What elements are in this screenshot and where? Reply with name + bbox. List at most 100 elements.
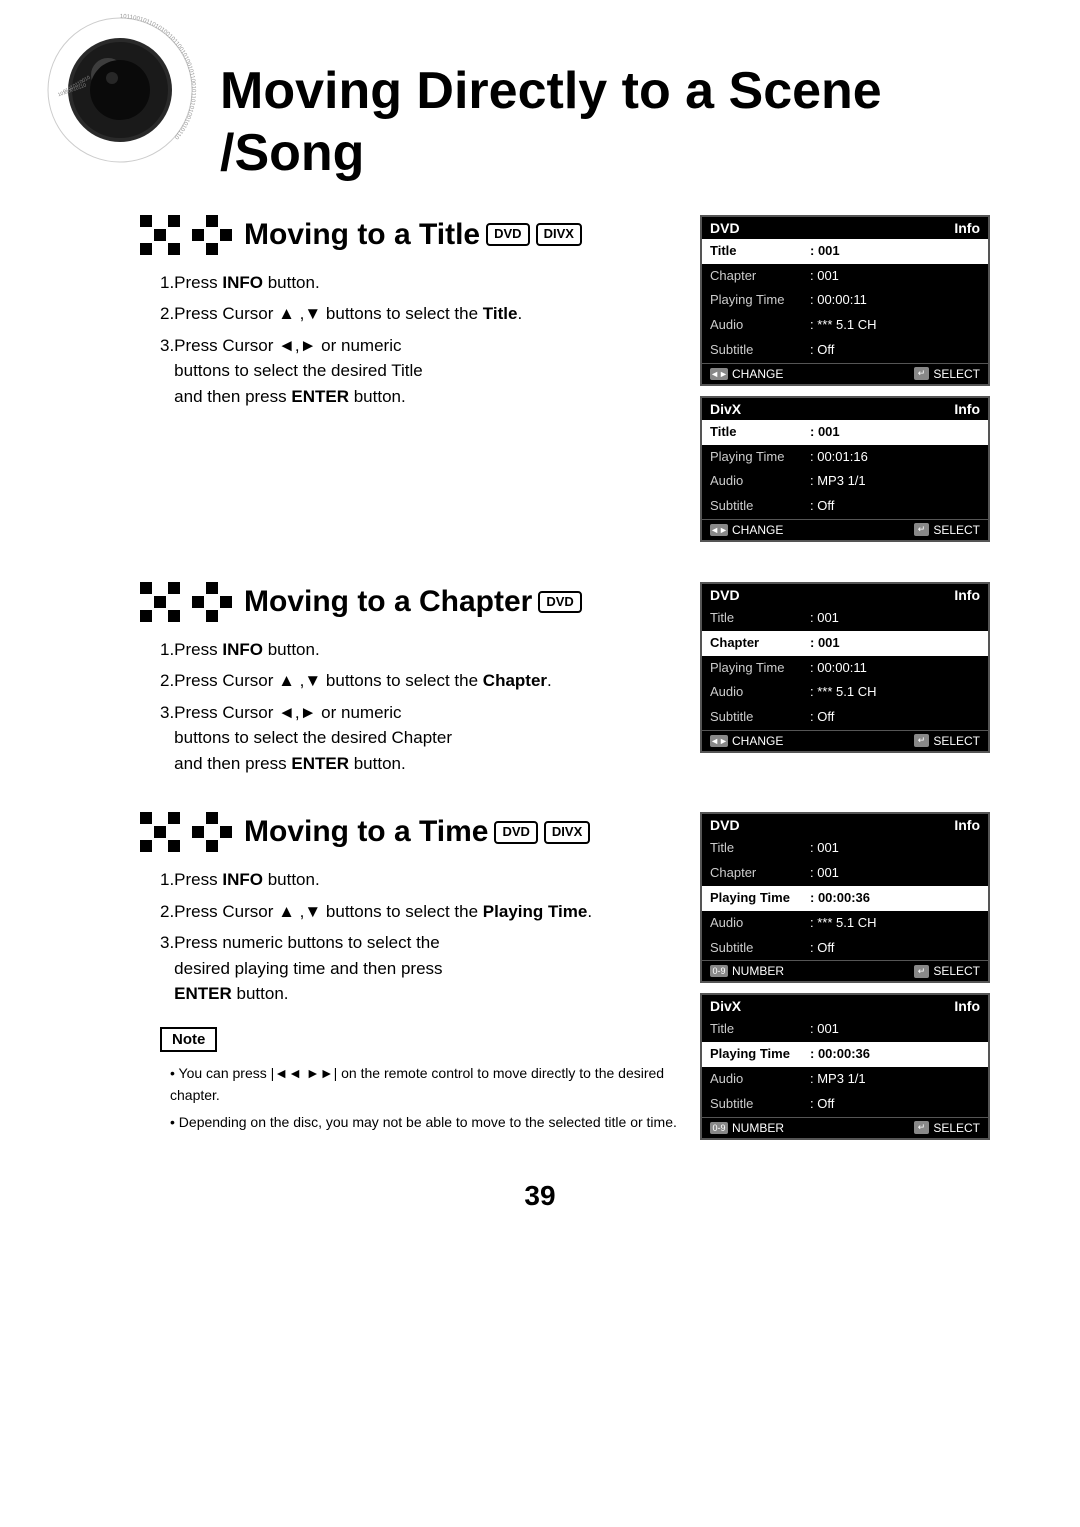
divx-panel-1-header: DivX Info bbox=[702, 398, 988, 420]
section-chapter-left: Moving to a Chapter DVD 1.Press INFO but… bbox=[60, 582, 700, 783]
footer-select-3: ↵ SELECT bbox=[914, 964, 980, 978]
row-value: : 001 bbox=[810, 633, 980, 654]
row-label: Playing Time bbox=[710, 1044, 810, 1065]
row-label: Chapter bbox=[710, 633, 810, 654]
dvd-panel-3-header: DVD Info bbox=[702, 814, 988, 836]
row-value: : 001 bbox=[810, 241, 980, 262]
row-label: Title bbox=[710, 838, 810, 859]
footer-select-divx-1: ↵ SELECT bbox=[914, 523, 980, 537]
dvd-panel-1-footer: ◄► CHANGE ↵ SELECT bbox=[702, 363, 988, 384]
footer-select-1: ↵ SELECT bbox=[914, 367, 980, 381]
divx-panel-3-header: DivX Info bbox=[702, 995, 988, 1017]
row-label: Audio bbox=[710, 471, 810, 492]
section-chapter: Moving to a Chapter DVD 1.Press INFO but… bbox=[60, 582, 1020, 783]
select-icon: ↵ bbox=[914, 734, 930, 747]
step-2-2-bold: Chapter bbox=[483, 671, 547, 690]
divx-panel-1-footer: ◄► CHANGE ↵ SELECT bbox=[702, 519, 988, 540]
divx-panel-1: DivX Info Title : 001 Playing Time : 00:… bbox=[700, 396, 990, 542]
page-container: 1011001011010100101100101001011001011010… bbox=[0, 0, 1080, 1527]
row-value: : 001 bbox=[810, 838, 980, 859]
number-icon: 0-9 bbox=[710, 965, 728, 977]
panel-info-dvd-1: Info bbox=[954, 220, 980, 236]
change-icon: ◄► bbox=[710, 524, 728, 536]
step-1-2: 2.Press Cursor ▲ ,▼ buttons to select th… bbox=[160, 301, 680, 327]
step-2-3: 3.Press Cursor ◄,► or numeric buttons to… bbox=[160, 700, 680, 777]
row-label: Playing Time bbox=[710, 658, 810, 679]
divx-panel-1-row-1: Playing Time : 00:01:16 bbox=[702, 445, 988, 470]
row-value: : 001 bbox=[810, 863, 980, 884]
change-icon: ◄► bbox=[710, 735, 728, 747]
dvd-panel-1-row-3: Audio : *** 5.1 CH bbox=[702, 313, 988, 338]
change-icon: ◄► bbox=[710, 368, 728, 380]
step-2-1-bold: INFO bbox=[222, 640, 263, 659]
section-title-icon2 bbox=[192, 215, 232, 255]
page-title: Moving Directly to a Scene /Song bbox=[220, 40, 1020, 185]
row-value: : 00:00:11 bbox=[810, 290, 980, 311]
section-time-icon bbox=[140, 812, 180, 852]
footer-change-2: ◄► CHANGE bbox=[710, 734, 783, 748]
section-title-heading: Moving to a Title DVD DIVX bbox=[140, 215, 680, 255]
note-label: Note bbox=[160, 1027, 217, 1052]
divx-panel-1-row-0: Title : 001 bbox=[702, 420, 988, 445]
row-label: Subtitle bbox=[710, 340, 810, 361]
panel-type-dvd-2: DVD bbox=[710, 587, 740, 603]
row-label: Subtitle bbox=[710, 1094, 810, 1115]
row-value: : 00:00:11 bbox=[810, 658, 980, 679]
row-label: Chapter bbox=[710, 863, 810, 884]
dvd-panel-3: DVD Info Title : 001 Chapter : 001 Playi… bbox=[700, 812, 990, 983]
footer-select-2: ↵ SELECT bbox=[914, 734, 980, 748]
dvd-panel-3-row-2: Playing Time : 00:00:36 bbox=[702, 886, 988, 911]
select-icon: ↵ bbox=[914, 523, 930, 536]
section-time: Moving to a Time DVD DIVX 1.Press INFO b… bbox=[60, 812, 1020, 1149]
divx-panel-1-row-2: Audio : MP3 1/1 bbox=[702, 469, 988, 494]
divx-panel-3: DivX Info Title : 001 Playing Time : 00:… bbox=[700, 993, 990, 1139]
section-title-panels: DVD Info Title : 001 Chapter : 001 Playi… bbox=[700, 215, 1020, 552]
row-label: Audio bbox=[710, 315, 810, 336]
section-title-text: Moving to a Title bbox=[244, 218, 480, 252]
badge-dvd-3: DVD bbox=[494, 821, 537, 844]
row-value: : Off bbox=[810, 496, 980, 517]
panel-info-divx-1: Info bbox=[954, 401, 980, 417]
note-section: Note • You can press |◄◄ ►►| on the remo… bbox=[160, 1027, 680, 1133]
number-icon: 0-9 bbox=[710, 1122, 728, 1134]
row-value: : 001 bbox=[810, 266, 980, 287]
row-value: : Off bbox=[810, 938, 980, 959]
dvd-panel-3-row-0: Title : 001 bbox=[702, 836, 988, 861]
row-value: : 00:01:16 bbox=[810, 447, 980, 468]
section-chapter-steps: 1.Press INFO button. 2.Press Cursor ▲ ,▼… bbox=[160, 637, 680, 777]
section-time-left: Moving to a Time DVD DIVX 1.Press INFO b… bbox=[60, 812, 700, 1149]
row-label: Audio bbox=[710, 682, 810, 703]
divx-panel-3-row-2: Audio : MP3 1/1 bbox=[702, 1067, 988, 1092]
divx-panel-1-row-3: Subtitle : Off bbox=[702, 494, 988, 519]
row-label: Title bbox=[710, 241, 810, 262]
panel-info-dvd-2: Info bbox=[954, 587, 980, 603]
footer-select-divx-3: ↵ SELECT bbox=[914, 1121, 980, 1135]
step-1-1: 1.Press INFO button. bbox=[160, 270, 680, 296]
step-3-3: 3.Press numeric buttons to select the de… bbox=[160, 930, 680, 1007]
dvd-panel-3-footer: 0-9 NUMBER ↵ SELECT bbox=[702, 960, 988, 981]
row-label: Playing Time bbox=[710, 447, 810, 468]
row-value: : *** 5.1 CH bbox=[810, 682, 980, 703]
footer-number-divx-3: 0-9 NUMBER bbox=[710, 1121, 784, 1135]
section-time-heading: Moving to a Time DVD DIVX bbox=[140, 812, 680, 852]
row-value: : 001 bbox=[810, 608, 980, 629]
row-label: Audio bbox=[710, 913, 810, 934]
section-title: Moving to a Title DVD DIVX 1.Press INFO … bbox=[60, 215, 1020, 552]
dvd-panel-1-row-4: Subtitle : Off bbox=[702, 338, 988, 363]
dvd-panel-3-row-1: Chapter : 001 bbox=[702, 861, 988, 886]
row-value: : Off bbox=[810, 1094, 980, 1115]
dvd-panel-1-row-1: Chapter : 001 bbox=[702, 264, 988, 289]
dvd-panel-2-row-3: Audio : *** 5.1 CH bbox=[702, 680, 988, 705]
row-label: Title bbox=[710, 1019, 810, 1040]
section-time-panels: DVD Info Title : 001 Chapter : 001 Playi… bbox=[700, 812, 1020, 1149]
footer-change-1: ◄► CHANGE bbox=[710, 367, 783, 381]
footer-number-3: 0-9 NUMBER bbox=[710, 964, 784, 978]
row-label: Chapter bbox=[710, 266, 810, 287]
row-value: : 00:00:36 bbox=[810, 1044, 980, 1065]
row-label: Audio bbox=[710, 1069, 810, 1090]
panel-type-dvd-3: DVD bbox=[710, 817, 740, 833]
dvd-panel-3-row-3: Audio : *** 5.1 CH bbox=[702, 911, 988, 936]
step-2-3-bold: ENTER bbox=[291, 754, 349, 773]
row-label: Playing Time bbox=[710, 290, 810, 311]
dvd-panel-2-footer: ◄► CHANGE ↵ SELECT bbox=[702, 730, 988, 751]
